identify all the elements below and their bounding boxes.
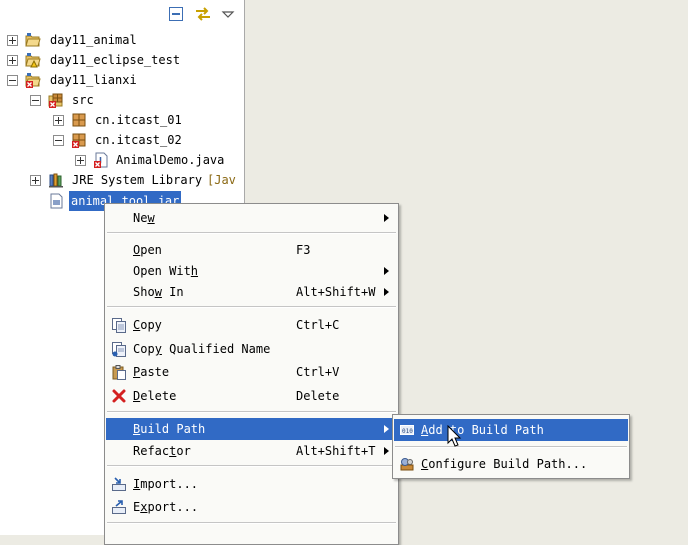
package-error-icon <box>71 132 87 148</box>
tree-item-jre-system-library[interactable]: JRE System Library [Jav <box>0 170 244 190</box>
collapse-all-icon[interactable] <box>168 6 184 22</box>
copy-icon <box>111 317 127 333</box>
menu-separator <box>395 446 627 448</box>
tree-item-label: day11_eclipse_test <box>50 53 181 67</box>
jar-file-icon <box>48 193 64 209</box>
menu-item-copy[interactable]: Copy Ctrl+C <box>106 314 397 336</box>
submenu-arrow-icon <box>384 214 389 222</box>
java-project-error-icon <box>25 72 41 88</box>
menu-item-import[interactable]: Import... <box>106 473 397 495</box>
view-menu-icon[interactable] <box>221 6 237 22</box>
expand-toggle[interactable] <box>7 35 18 46</box>
java-project-icon <box>25 32 41 48</box>
menu-item-label: Show In <box>133 285 184 299</box>
library-icon <box>48 172 64 188</box>
menu-item-shortcut: Alt+Shift+W <box>296 285 376 299</box>
menu-item-label: Refactor <box>133 444 191 458</box>
menu-separator <box>107 232 396 234</box>
menu-item-shortcut: Alt+Shift+T <box>296 444 376 458</box>
tree-item-day11-eclipse-test[interactable]: day11_eclipse_test <box>0 50 244 70</box>
tree-item-label: cn.itcast_01 <box>95 113 182 127</box>
menu-item-label: Paste <box>133 365 170 379</box>
export-icon <box>111 499 127 515</box>
menu-item-delete[interactable]: Delete Delete <box>106 385 397 407</box>
expand-toggle[interactable] <box>30 175 41 186</box>
menu-item-export[interactable]: Export... <box>106 496 397 518</box>
menu-item-add-to-build-path[interactable]: 010 Add to Build Path <box>394 419 628 441</box>
paste-icon <box>111 364 127 380</box>
menu-item-copy-qualified-name[interactable]: Copy Qualified Name <box>106 338 397 360</box>
collapse-toggle[interactable] <box>7 75 18 86</box>
expand-toggle[interactable] <box>53 115 64 126</box>
menu-item-label: Copy Qualified Name <box>133 342 271 356</box>
menu-separator <box>107 306 396 308</box>
menu-item-new[interactable]: New <box>106 207 397 229</box>
expand-toggle[interactable] <box>75 155 86 166</box>
mouse-cursor-icon <box>447 424 463 449</box>
menu-item-label: Export... <box>133 500 199 514</box>
package-icon <box>71 112 87 128</box>
configure-build-path-icon <box>399 456 415 472</box>
menu-item-label: Add to Build Path <box>421 423 544 437</box>
context-menu: New Open F3 Open With Show In Alt+Shift+… <box>104 203 399 545</box>
copy-qualified-name-icon <box>111 341 127 357</box>
java-project-icon <box>25 52 41 68</box>
menu-item-build-path[interactable]: Build Path <box>106 418 397 440</box>
tree-item-label: cn.itcast_02 <box>95 133 182 147</box>
menu-item-shortcut: Ctrl+V <box>296 365 340 379</box>
menu-item-label: Copy <box>133 318 162 332</box>
menu-item-paste[interactable]: Paste Ctrl+V <box>106 361 397 383</box>
tree-item-label: day11_animal <box>50 33 137 47</box>
tree-item-decoration: [Jav <box>207 173 236 187</box>
menu-item-label: Build Path <box>133 422 206 436</box>
tree-item-label: JRE System Library <box>72 173 203 187</box>
submenu-arrow-icon <box>384 288 389 296</box>
menu-item-label: Open With <box>133 264 199 278</box>
delete-icon <box>111 388 127 404</box>
collapse-toggle[interactable] <box>30 95 41 106</box>
menu-item-shortcut: Delete <box>296 389 340 403</box>
build-path-submenu: 010 Add to Build Path Configure Build Pa… <box>392 414 630 479</box>
source-folder-icon <box>48 92 64 108</box>
menu-item-label: New <box>133 211 155 225</box>
tree-item-day11-lianxi[interactable]: day11_lianxi <box>0 70 244 90</box>
tree-item-label: src <box>72 93 94 107</box>
explorer-toolbar <box>0 0 244 28</box>
tree-item-label: day11_lianxi <box>50 73 137 87</box>
submenu-arrow-icon <box>384 447 389 455</box>
menu-item-shortcut: Ctrl+C <box>296 318 340 332</box>
menu-item-refactor[interactable]: Refactor Alt+Shift+T <box>106 440 397 462</box>
menu-separator <box>107 411 396 413</box>
tree-item-animaldemo-java[interactable]: J AnimalDemo.java <box>0 150 244 170</box>
import-icon <box>111 476 127 492</box>
menu-item-shortcut: F3 <box>296 243 311 257</box>
menu-item-label: Configure Build Path... <box>421 457 588 471</box>
submenu-arrow-icon <box>384 267 389 275</box>
java-file-error-icon: J <box>93 152 109 168</box>
add-to-build-path-icon: 010 <box>399 422 415 438</box>
expand-toggle[interactable] <box>7 55 18 66</box>
menu-item-open[interactable]: Open F3 <box>106 239 397 261</box>
menu-item-label: Open <box>133 243 162 257</box>
tree-item-label: AnimalDemo.java <box>116 153 225 167</box>
menu-separator <box>107 522 396 524</box>
menu-item-open-with[interactable]: Open With <box>106 260 397 282</box>
collapse-toggle[interactable] <box>53 135 64 146</box>
tree-item-src[interactable]: src <box>0 90 244 110</box>
menu-item-show-in[interactable]: Show In Alt+Shift+W <box>106 281 397 303</box>
tree-item-cn-itcast-01[interactable]: cn.itcast_01 <box>0 110 244 130</box>
menu-item-label: Import... <box>133 477 199 491</box>
tree-item-cn-itcast-02[interactable]: cn.itcast_02 <box>0 130 244 150</box>
menu-item-configure-build-path[interactable]: Configure Build Path... <box>394 453 628 475</box>
menu-separator <box>107 465 396 467</box>
submenu-arrow-icon <box>384 425 389 433</box>
svg-text:010: 010 <box>402 428 413 435</box>
link-with-editor-icon[interactable] <box>194 6 210 22</box>
tree-item-day11-animal[interactable]: day11_animal <box>0 30 244 50</box>
menu-item-label: Delete <box>133 389 177 403</box>
